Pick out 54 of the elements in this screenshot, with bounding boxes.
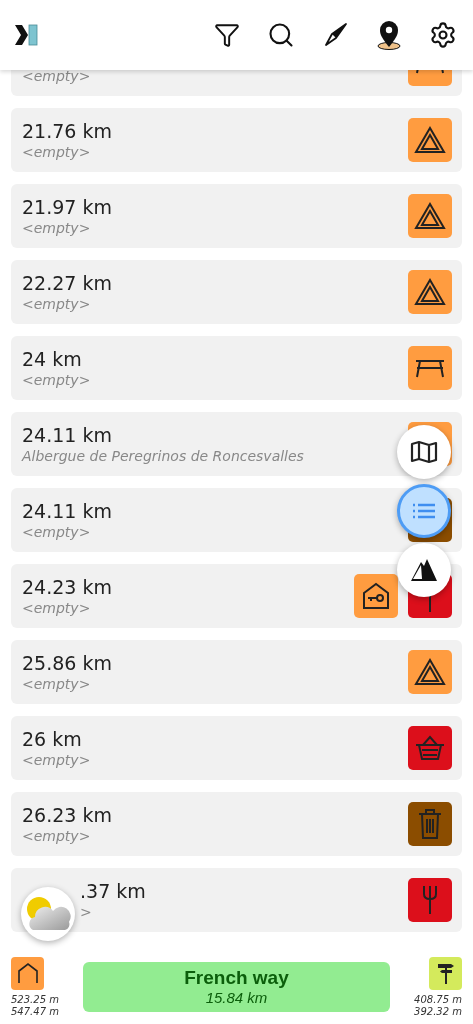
app-logo[interactable] xyxy=(14,24,38,46)
map-icon xyxy=(410,440,438,464)
place-name: > xyxy=(80,903,93,922)
basket-icon xyxy=(414,735,446,761)
mountain-icon xyxy=(410,557,438,583)
distance-text: 26 km xyxy=(22,727,83,751)
place-name: <empty> xyxy=(22,219,92,238)
end-point-badge[interactable] xyxy=(429,956,462,990)
distance-text: 24 km xyxy=(22,347,83,371)
place-name: <empty> xyxy=(22,143,92,162)
list-item-card[interactable]: 24 km <empty> xyxy=(11,336,462,400)
tent-icon xyxy=(414,278,446,306)
list-item-card[interactable]: 24.23 km <empty> xyxy=(11,564,462,628)
list-item-card[interactable]: 24.11 km Albergue de Peregrinos de Roncesvalles xyxy=(11,412,462,476)
list-item-card[interactable]: 24.11 km <empty> xyxy=(11,488,462,552)
place-name: <empty> xyxy=(22,523,92,542)
trash-icon xyxy=(417,808,443,840)
place-name: <empty> xyxy=(22,675,92,694)
distance-text: 26.23 km xyxy=(22,803,113,827)
house-key-icon xyxy=(361,581,391,611)
start-point-badge[interactable] xyxy=(11,956,44,990)
place-name: <empty> xyxy=(22,751,92,770)
list-item-card[interactable]: 26.23 km <empty> xyxy=(11,792,462,856)
distance-text: 24.23 km xyxy=(22,575,113,599)
distance-text: 25.86 km xyxy=(22,651,113,675)
picnic-table-icon xyxy=(414,357,446,379)
distance-text: 21.97 km xyxy=(22,195,113,219)
list-icon xyxy=(412,503,436,519)
place-name: <empty> xyxy=(22,599,92,618)
place-name: <empty> xyxy=(22,70,92,86)
place-name: Albergue de Peregrinos de Roncesvalles xyxy=(22,447,305,466)
distance-text: .37 km xyxy=(80,879,147,903)
elevation-text: 523.25 m xyxy=(11,993,59,1006)
route-button[interactable]: French way 15.84 km xyxy=(83,962,390,1012)
list-item-card[interactable]: 25.86 km <empty> xyxy=(11,640,462,704)
distance-text: 24.11 km xyxy=(22,423,113,447)
list-item-card[interactable]: 21.97 km <empty> xyxy=(11,184,462,248)
list-item-card[interactable]: .37 km > xyxy=(11,868,462,932)
distance-text: 24.11 km xyxy=(22,499,113,523)
place-name: <empty> xyxy=(22,371,92,390)
list-item-card[interactable]: 26 km <empty> xyxy=(11,716,462,780)
distance-text: 22.27 km xyxy=(22,271,113,295)
distance-text: 21.76 km xyxy=(22,119,113,143)
place-name: <empty> xyxy=(22,827,92,846)
tent-icon xyxy=(414,658,446,686)
elevation-text: 547.47 m xyxy=(11,1005,59,1018)
elevation-text: 392.32 m xyxy=(414,1005,462,1018)
tent-icon xyxy=(414,202,446,230)
place-name: <empty> xyxy=(22,295,92,314)
tent-icon xyxy=(414,126,446,154)
list-item-card[interactable]: 22.27 km <empty> xyxy=(11,260,462,324)
list-item-card[interactable]: 21.76 km <empty> xyxy=(11,108,462,172)
elevation-text: 408.75 m xyxy=(414,993,462,1006)
fork-icon xyxy=(421,884,439,916)
